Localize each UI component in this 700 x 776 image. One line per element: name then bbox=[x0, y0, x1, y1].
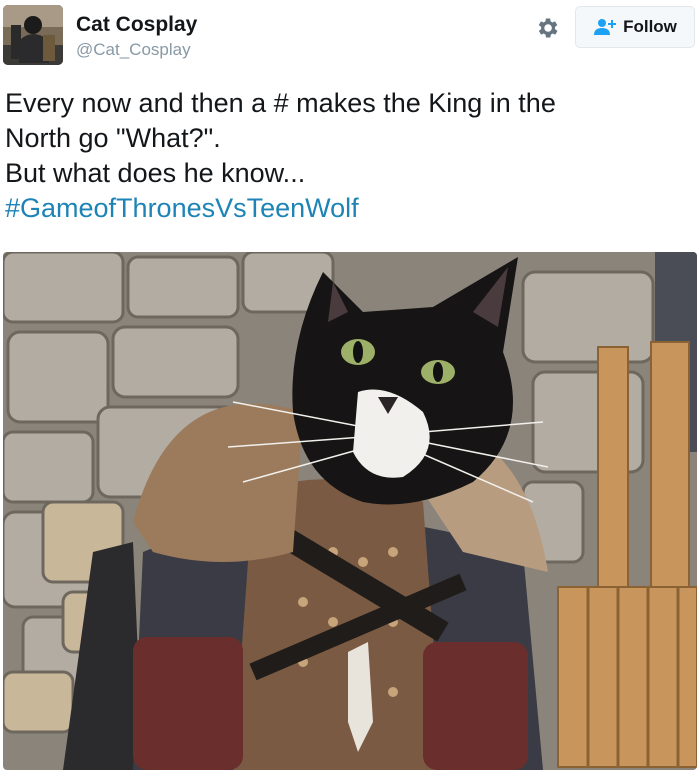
tweet-line: But what does he know... bbox=[5, 158, 306, 188]
user-handle[interactable]: @Cat_Cosplay bbox=[76, 40, 191, 60]
avatar-image bbox=[3, 5, 63, 65]
tweet-text: Every now and then a # makes the King in… bbox=[5, 86, 695, 226]
user-display-name[interactable]: Cat Cosplay bbox=[76, 13, 197, 37]
gear-icon[interactable] bbox=[534, 15, 560, 41]
tweet-line: North go "What?". bbox=[5, 123, 221, 153]
avatar[interactable] bbox=[3, 5, 63, 65]
add-user-icon bbox=[593, 18, 617, 36]
tweet-photo[interactable] bbox=[3, 252, 697, 770]
follow-label: Follow bbox=[623, 17, 677, 36]
cat-cosplay-image bbox=[3, 252, 697, 770]
follow-button[interactable]: Follow bbox=[575, 6, 695, 48]
tweet-line: Every now and then a # makes the King in… bbox=[5, 88, 556, 118]
hashtag-link[interactable]: #GameofThronesVsTeenWolf bbox=[5, 191, 695, 226]
